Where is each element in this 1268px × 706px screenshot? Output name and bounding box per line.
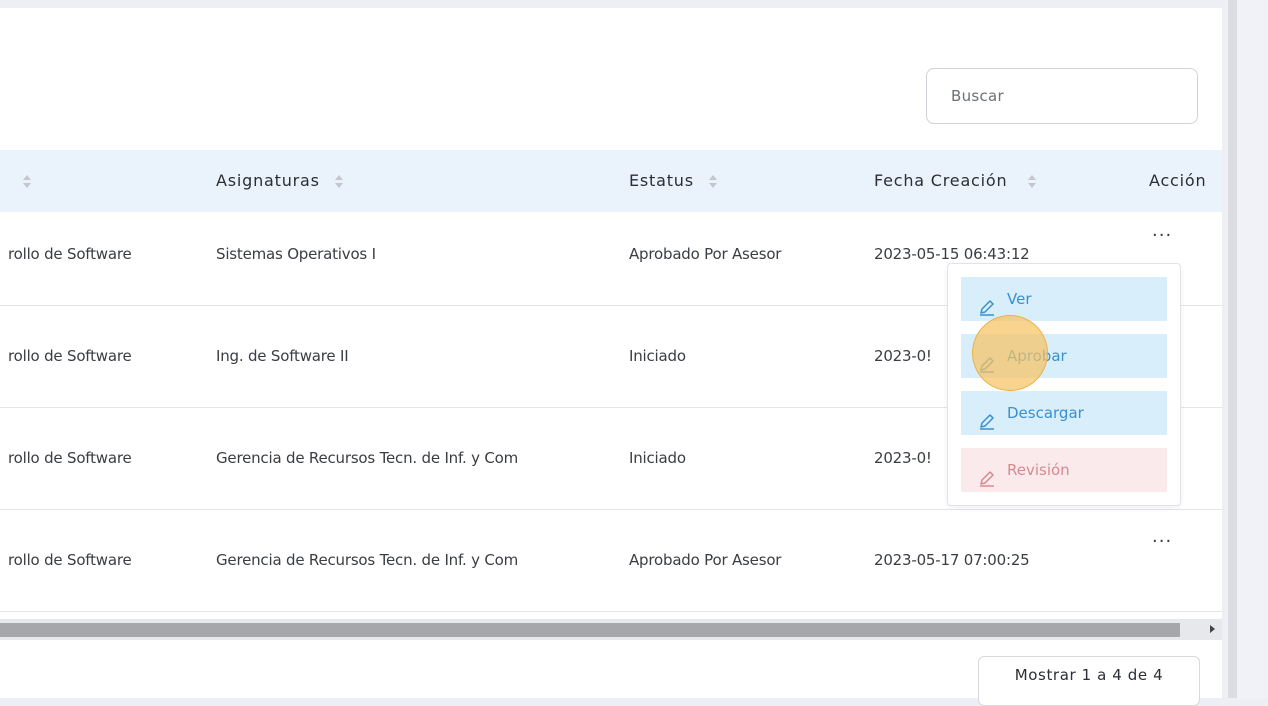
cell-estatus: Aprobado Por Asesor bbox=[629, 245, 782, 263]
cell-estatus: Iniciado bbox=[629, 449, 686, 467]
search-input[interactable] bbox=[926, 68, 1198, 124]
pagination-info: Mostrar 1 a 4 de 4 bbox=[978, 656, 1200, 706]
vertical-scrollbar[interactable] bbox=[1226, 0, 1268, 698]
horizontal-scrollbar[interactable] bbox=[0, 619, 1222, 640]
pencil-icon bbox=[977, 290, 997, 316]
column-header-accion: Acción bbox=[1149, 150, 1206, 212]
sort-icon[interactable] bbox=[1027, 174, 1037, 190]
menu-item-label: Ver bbox=[1007, 290, 1032, 308]
table-card: Asignaturas Estatus Fecha Creación Acció… bbox=[0, 8, 1222, 706]
column-header-estatus[interactable]: Estatus bbox=[629, 150, 718, 212]
table-header: Asignaturas Estatus Fecha Creación Acció… bbox=[0, 150, 1222, 212]
cell-estatus: Aprobado Por Asesor bbox=[629, 551, 782, 569]
menu-item-label: Descargar bbox=[1007, 404, 1084, 422]
pencil-icon bbox=[977, 404, 997, 430]
scroll-right-icon[interactable] bbox=[1210, 625, 1215, 633]
sort-icon[interactable] bbox=[708, 174, 718, 190]
cell-carrera: rollo de Software bbox=[8, 245, 132, 263]
table-row: rollo de Software Gerencia de Recursos T… bbox=[0, 510, 1222, 612]
more-actions-icon[interactable]: ... bbox=[1152, 528, 1172, 546]
cell-fecha: 2023-0! bbox=[874, 449, 932, 467]
cell-carrera: rollo de Software bbox=[8, 347, 132, 365]
menu-item-revision[interactable]: Revisión bbox=[961, 448, 1167, 492]
cell-carrera: rollo de Software bbox=[8, 449, 132, 467]
column-header-asignaturas[interactable]: Asignaturas bbox=[216, 150, 344, 212]
cell-fecha: 2023-05-17 07:00:25 bbox=[874, 551, 1030, 569]
menu-item-descargar[interactable]: Descargar bbox=[961, 391, 1167, 435]
menu-item-label: Revisión bbox=[1007, 461, 1070, 479]
cell-fecha: 2023-0! bbox=[874, 347, 932, 365]
column-header-label: Estatus bbox=[629, 171, 694, 190]
cell-carrera: rollo de Software bbox=[8, 551, 132, 569]
menu-item-ver[interactable]: Ver bbox=[961, 277, 1167, 321]
pencil-icon bbox=[977, 461, 997, 487]
scrollbar-track[interactable] bbox=[1228, 0, 1237, 698]
cell-asignatura: Gerencia de Recursos Tecn. de Inf. y Com bbox=[216, 449, 519, 467]
column-header-carrera[interactable] bbox=[22, 150, 32, 212]
actions-dropdown: Ver Aprobar Descargar Revisión bbox=[947, 263, 1181, 506]
cell-asignatura: Sistemas Operativos I bbox=[216, 245, 376, 263]
sort-icon[interactable] bbox=[22, 174, 32, 190]
cell-asignatura: Gerencia de Recursos Tecn. de Inf. y Com bbox=[216, 551, 519, 569]
cell-asignatura: Ing. de Software II bbox=[216, 347, 349, 365]
click-indicator bbox=[972, 315, 1048, 391]
column-header-label: Acción bbox=[1149, 171, 1207, 190]
column-header-label: Fecha Creación bbox=[874, 171, 1008, 190]
more-actions-icon[interactable]: ... bbox=[1152, 222, 1172, 240]
column-header-fecha[interactable]: Fecha Creación bbox=[874, 150, 1037, 212]
column-header-label: Asignaturas bbox=[216, 171, 320, 190]
sort-icon[interactable] bbox=[334, 174, 344, 190]
cell-estatus: Iniciado bbox=[629, 347, 686, 365]
scrollbar-thumb[interactable] bbox=[0, 623, 1180, 637]
